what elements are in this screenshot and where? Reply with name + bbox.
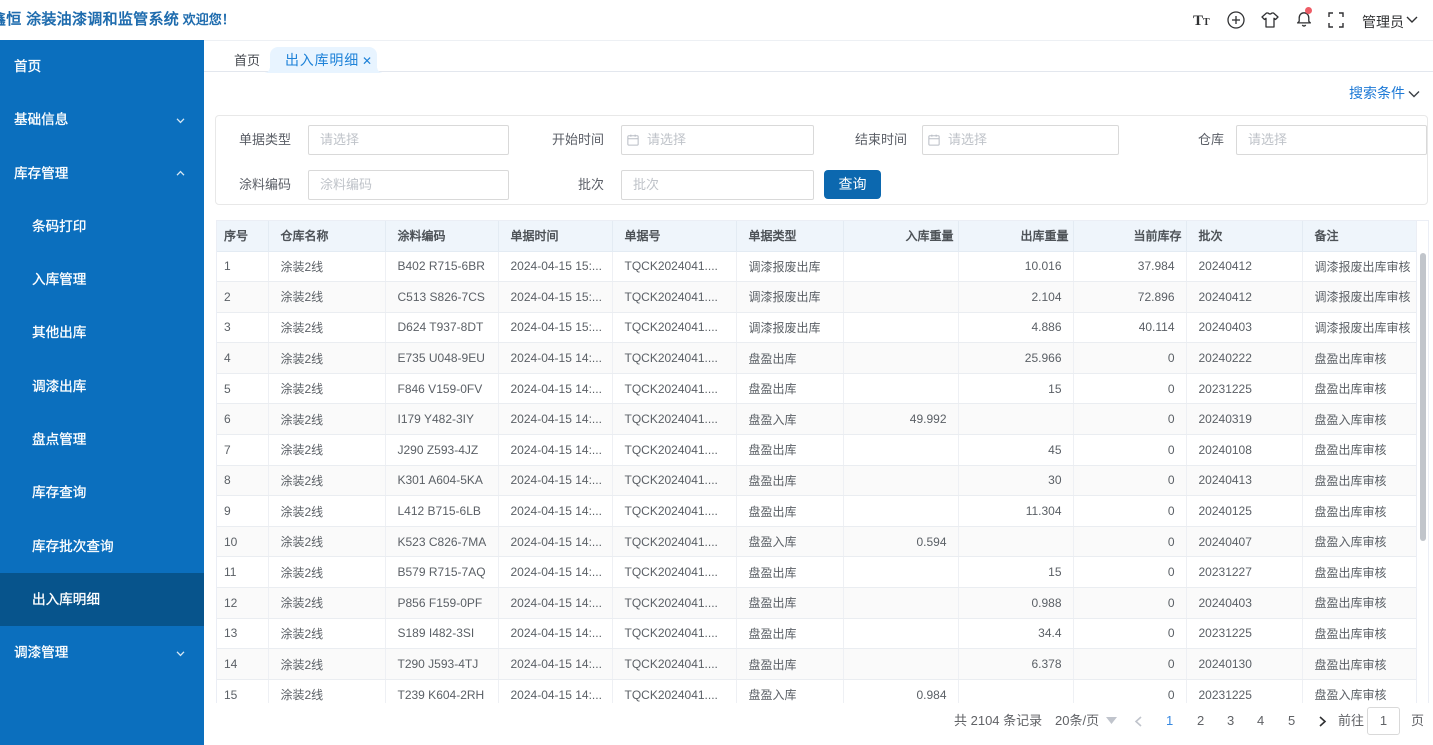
svg-text:T: T bbox=[1193, 13, 1203, 29]
svg-text:T: T bbox=[1203, 17, 1210, 28]
